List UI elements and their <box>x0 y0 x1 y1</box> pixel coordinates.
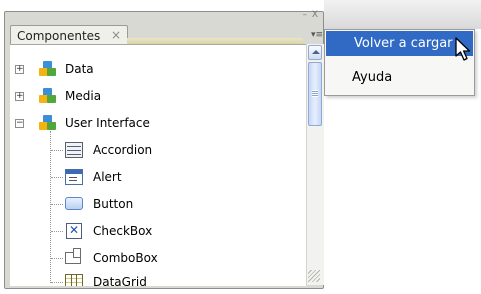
tree-item-label: Accordion <box>93 143 153 157</box>
menu-item-label: Volver a cargar <box>354 36 453 51</box>
scroll-up-icon[interactable] <box>308 45 322 60</box>
tree-connector <box>51 282 63 283</box>
tree-item-label: ComboBox <box>93 251 158 265</box>
tree-connector <box>51 204 63 205</box>
tree-item-media[interactable]: + Media <box>10 87 306 107</box>
tree-item-data[interactable]: + Data <box>10 60 306 80</box>
tab-close-icon[interactable]: × <box>111 28 121 42</box>
tree-item-datagrid[interactable]: DataGrid <box>10 273 306 286</box>
package-icon <box>39 61 57 77</box>
tree-item-user-interface[interactable]: − User Interface <box>10 114 306 134</box>
components-panel: – X Componentes × ▾≡ + Data + Media − Us… <box>4 10 324 289</box>
vertical-scrollbar[interactable] <box>306 44 324 285</box>
scroll-thumb[interactable] <box>308 62 322 126</box>
panel-window-controls[interactable]: – X <box>302 10 319 20</box>
tree-connector <box>51 258 63 259</box>
tree-item-label: Alert <box>93 170 122 184</box>
tree-item-label: User Interface <box>65 116 150 130</box>
tree-item-label: Button <box>93 197 134 211</box>
panel-titlebar: – X <box>5 10 323 26</box>
package-icon <box>39 88 57 104</box>
tree-item-alert[interactable]: Alert <box>10 168 306 188</box>
tree-item-button[interactable]: Button <box>10 195 306 215</box>
tree-connector <box>51 150 63 151</box>
resize-grip-icon[interactable] <box>308 270 320 282</box>
tree-item-label: Media <box>65 89 102 103</box>
tree-item-combobox[interactable]: ComboBox <box>10 248 306 269</box>
tree-item-label: Data <box>65 62 94 76</box>
menu-item-help[interactable]: Ayuda <box>352 70 392 85</box>
tree-item-label: DataGrid <box>93 275 147 286</box>
combobox-icon <box>65 248 81 264</box>
expand-icon[interactable]: + <box>15 92 24 101</box>
accordion-icon <box>65 142 83 158</box>
expand-icon[interactable]: + <box>15 65 24 74</box>
collapse-icon[interactable]: − <box>15 119 24 128</box>
tree-connector <box>51 231 63 232</box>
tab-componentes[interactable]: Componentes × <box>10 25 128 45</box>
menu-top-band <box>324 0 481 29</box>
checkbox-icon <box>66 223 82 239</box>
context-menu: Volver a cargar Ayuda <box>324 29 475 96</box>
component-tree: + Data + Media − User Interface Accordio… <box>10 44 306 286</box>
datagrid-icon <box>65 274 83 286</box>
tree-item-accordion[interactable]: Accordion <box>10 141 306 161</box>
mouse-pointer-icon <box>455 37 471 61</box>
package-icon <box>39 115 57 131</box>
tree-item-label: CheckBox <box>93 224 153 238</box>
tree-item-checkbox[interactable]: CheckBox <box>10 222 306 242</box>
alert-icon <box>65 169 83 185</box>
button-icon <box>65 197 83 210</box>
tab-label: Componentes <box>17 29 101 43</box>
tree-connector <box>51 177 63 178</box>
menu-item-reload[interactable]: Volver a cargar <box>326 31 473 56</box>
panel-options-menu-icon[interactable]: ▾≡ <box>311 31 323 40</box>
